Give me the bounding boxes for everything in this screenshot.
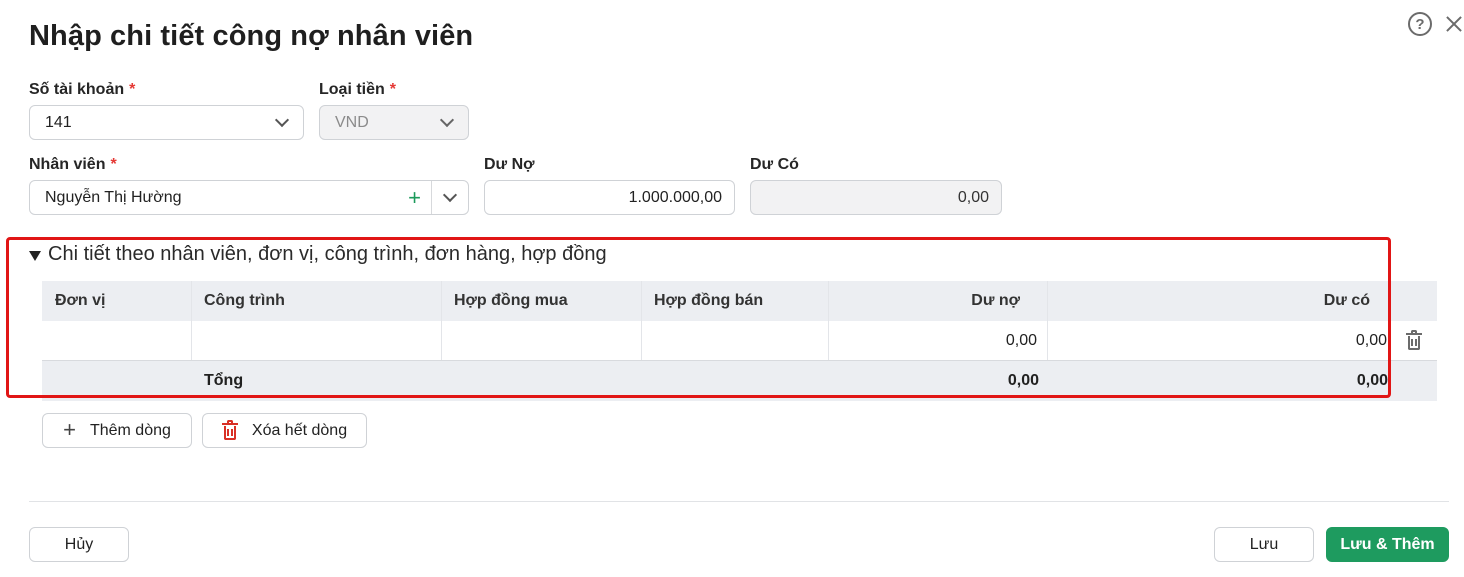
column-header-hop-dong-ban[interactable]: Hợp đồng bán <box>642 281 829 321</box>
dialog-controls: ? <box>1408 12 1464 36</box>
debit-label: Dư Nợ <box>484 156 535 173</box>
grid-header-row: Đơn vị Công trình Hợp đồng mua Hợp đồng … <box>42 281 1437 321</box>
clear-rows-label: Xóa hết dòng <box>251 421 348 439</box>
required-mark: * <box>110 156 117 173</box>
required-mark: * <box>129 81 136 98</box>
chevron-down-icon <box>274 112 290 128</box>
footer-spacer <box>442 361 642 401</box>
plus-icon: + <box>63 416 76 442</box>
row-delete-button[interactable] <box>1391 321 1437 360</box>
save-button[interactable]: Lưu <box>1214 527 1314 562</box>
add-row-button[interactable]: + Thêm dòng <box>42 413 192 448</box>
debit-value: 1.000.000,00 <box>628 188 722 206</box>
cell-du-co[interactable]: 0,00 <box>1048 321 1391 360</box>
column-header-du-no[interactable]: Dư nợ <box>829 281 1048 321</box>
clear-rows-button[interactable]: Xóa hết dòng <box>202 413 367 448</box>
footer-total-du-co: 0,00 <box>1356 372 1388 389</box>
footer-divider <box>29 501 1449 502</box>
footer-spacer <box>1391 361 1437 401</box>
column-header-hop-dong-mua[interactable]: Hợp đồng mua <box>442 281 642 321</box>
employee-select[interactable]: Nguyễn Thị Hường + <box>29 180 469 215</box>
footer-spacer <box>642 361 829 401</box>
column-header-cong-trinh[interactable]: Công trình <box>192 281 442 321</box>
currency-select[interactable]: VND <box>319 105 469 140</box>
column-header-du-co[interactable]: Dư có <box>1048 281 1391 321</box>
account-label: Số tài khoản * <box>29 81 135 99</box>
currency-value: VND <box>335 113 369 131</box>
cell-hop-dong-ban[interactable] <box>642 321 829 360</box>
save-label: Lưu <box>1249 535 1279 553</box>
cancel-button[interactable]: Hủy <box>29 527 129 562</box>
employee-label-text: Nhân viên <box>29 156 106 173</box>
credit-value: 0,00 <box>957 188 989 206</box>
account-value: 141 <box>45 113 72 131</box>
employee-value: Nguyễn Thị Hường <box>45 188 182 206</box>
detail-grid: Đơn vị Công trình Hợp đồng mua Hợp đồng … <box>42 281 1437 401</box>
cell-cong-trinh[interactable] <box>192 321 442 360</box>
cancel-label: Hủy <box>64 535 94 553</box>
detail-section-toggle[interactable]: Chi tiết theo nhân viên, đơn vị, công tr… <box>29 243 607 266</box>
trash-icon <box>1406 329 1422 350</box>
column-header-actions <box>1391 281 1437 321</box>
footer-total-label: Tổng <box>204 372 244 389</box>
trash-icon <box>221 419 238 440</box>
account-label-text: Số tài khoản <box>29 81 125 98</box>
cell-du-no[interactable]: 0,00 <box>829 321 1048 360</box>
cell-don-vi[interactable] <box>42 321 192 360</box>
required-mark: * <box>389 81 397 98</box>
save-and-add-label: Lưu & Thêm <box>1340 535 1435 553</box>
debit-input[interactable]: 1.000.000,00 <box>484 180 735 215</box>
grid-footer-row: Tổng 0,00 0,00 <box>42 361 1437 401</box>
add-employee-plus-icon[interactable]: + <box>408 186 421 209</box>
close-icon[interactable] <box>1442 12 1464 36</box>
save-and-add-button[interactable]: Lưu & Thêm <box>1326 527 1449 562</box>
footer-total-du-no: 0,00 <box>1007 372 1039 389</box>
chevron-down-icon <box>439 112 455 128</box>
currency-label-text: Loại tiền <box>319 81 385 98</box>
credit-input[interactable]: 0,00 <box>750 180 1002 215</box>
currency-label: Loại tiền * <box>319 81 396 99</box>
account-select[interactable]: 141 <box>29 105 304 140</box>
column-header-don-vi[interactable]: Đơn vị <box>42 281 192 321</box>
detail-section-title: Chi tiết theo nhân viên, đơn vị, công tr… <box>48 243 607 265</box>
chevron-down-icon[interactable] <box>442 187 458 203</box>
credit-label: Dư Có <box>750 156 799 173</box>
add-row-label: Thêm dòng <box>89 421 171 439</box>
caret-down-icon <box>29 250 41 261</box>
cell-hop-dong-mua[interactable] <box>442 321 642 360</box>
dialog-title: Nhập chi tiết công nợ nhân viên <box>29 20 474 52</box>
employee-label: Nhân viên * <box>29 156 117 174</box>
divider <box>431 181 432 214</box>
help-icon[interactable]: ? <box>1408 12 1432 36</box>
table-row: 0,00 0,00 <box>42 321 1437 361</box>
footer-spacer <box>42 361 192 401</box>
